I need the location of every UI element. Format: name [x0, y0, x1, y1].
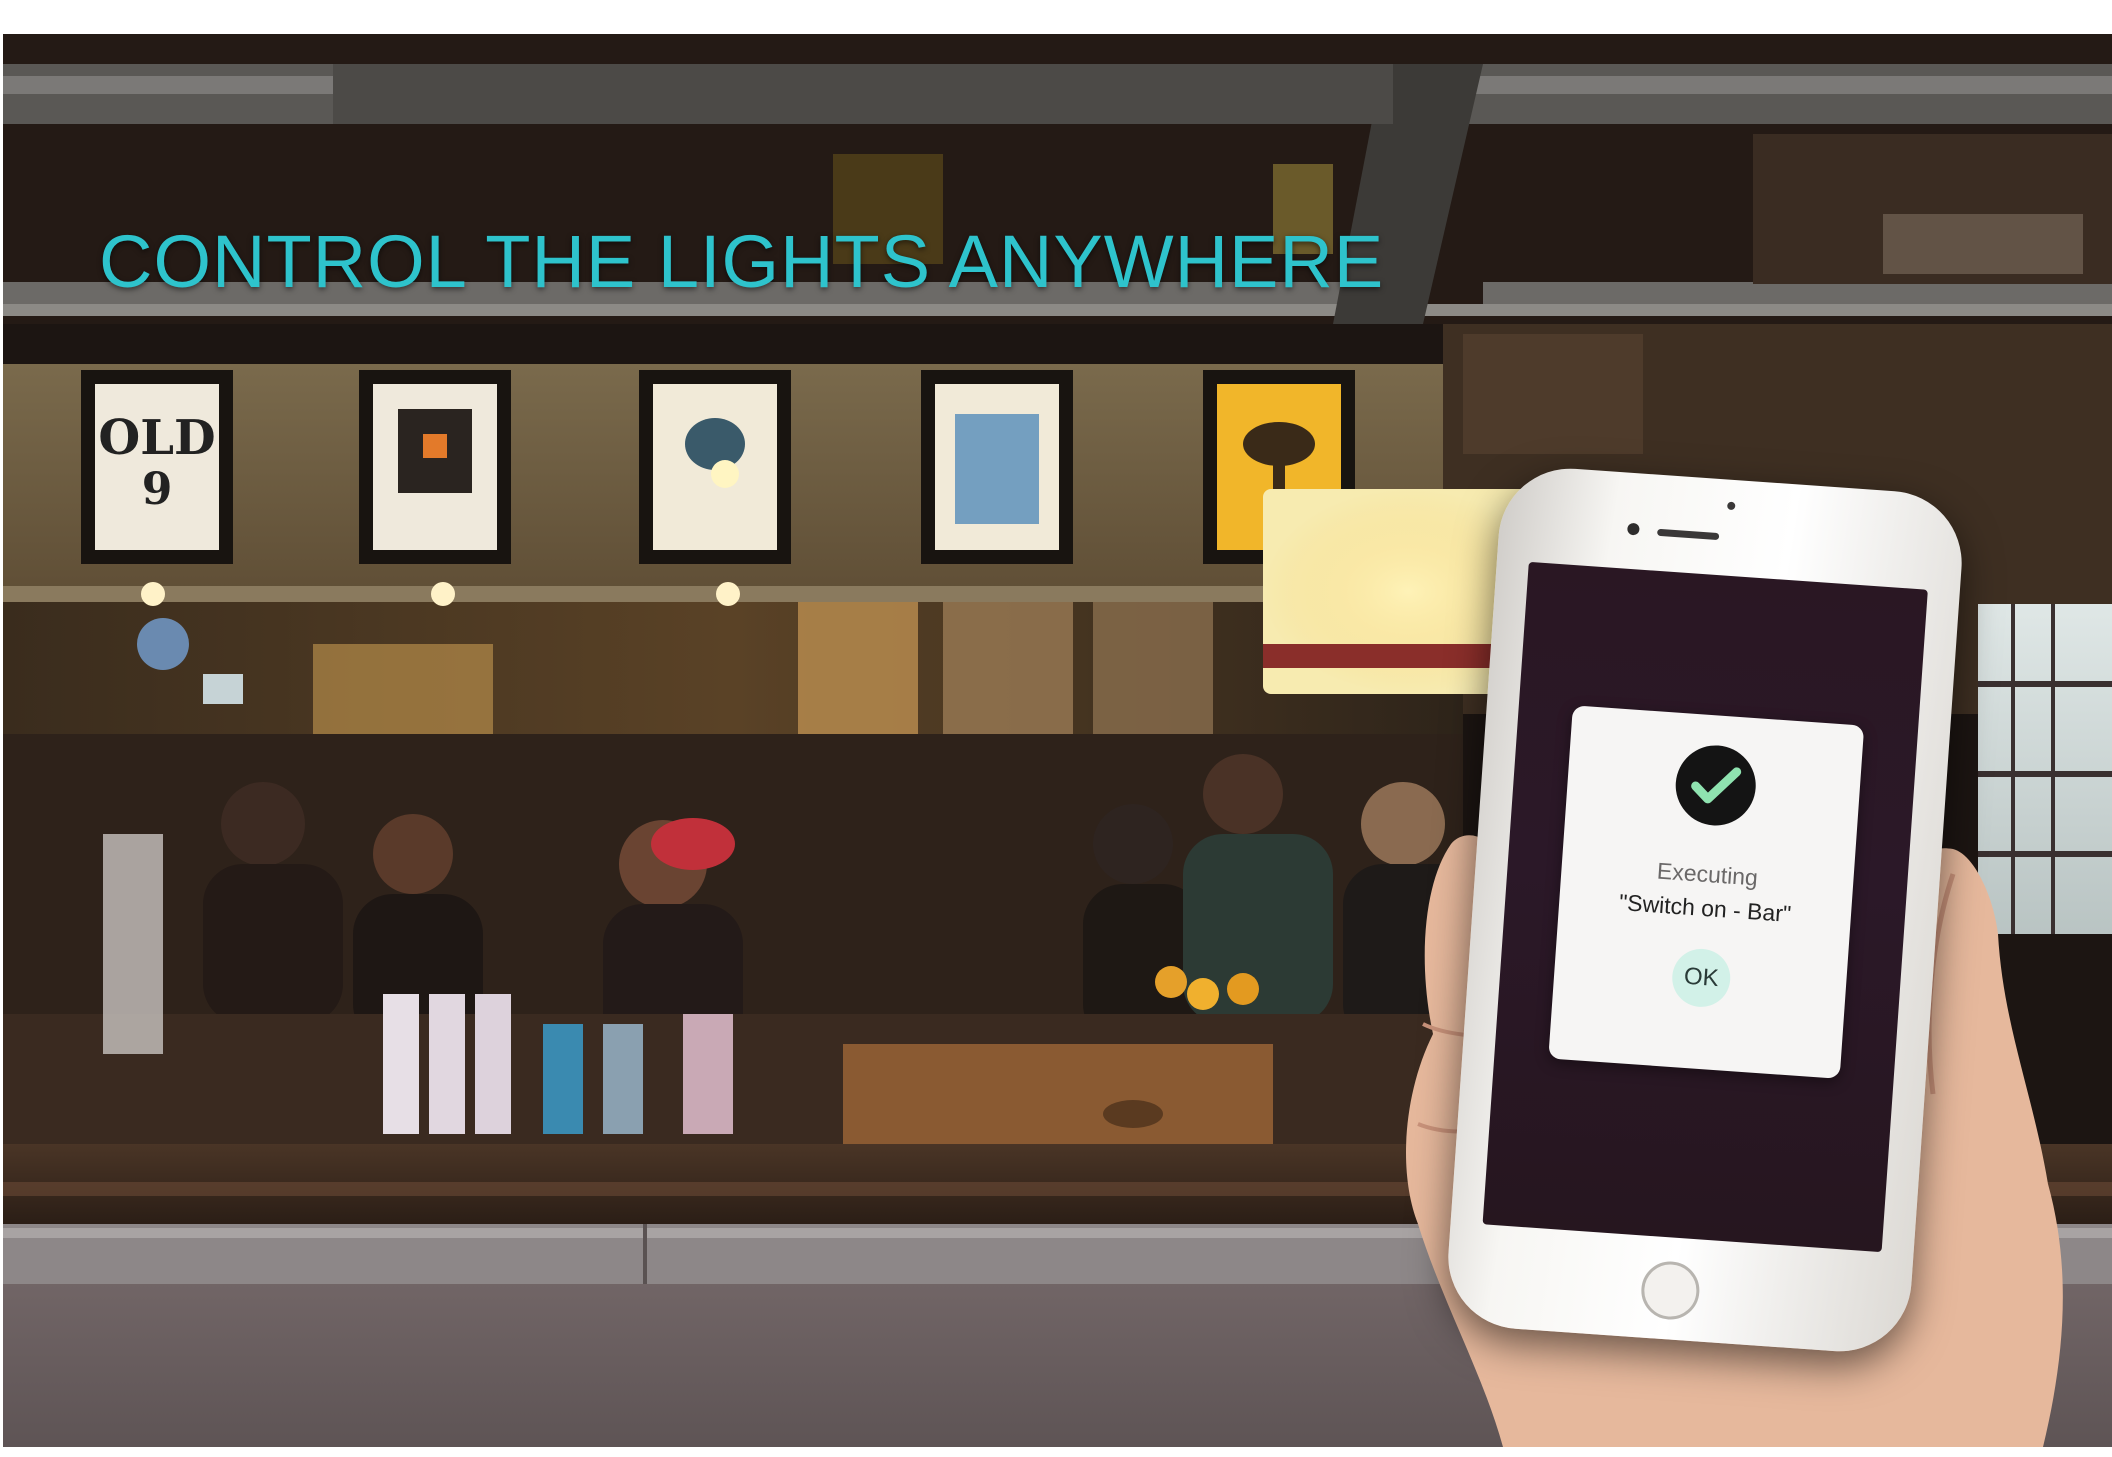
checkmark-icon: [1691, 767, 1742, 804]
svg-text:9: 9: [142, 464, 173, 515]
check-circle-icon: [1673, 742, 1759, 829]
page-headline: CONTROL THE LIGHTS ANYWHERE: [99, 220, 1385, 303]
smartphone: Executing "Switch on - Bar" OK: [1443, 463, 1967, 1357]
phone-screen: Executing "Switch on - Bar" OK: [1482, 561, 1928, 1253]
front-camera: [1626, 522, 1640, 536]
confirmation-dialog: Executing "Switch on - Bar" OK: [1548, 705, 1865, 1079]
proximity-sensor: [1726, 501, 1736, 511]
restaurant-bar-photo: OLD 9 CONTROL THE LIGHTS ANYWHERE Execut…: [3, 34, 2112, 1447]
home-button[interactable]: [1639, 1259, 1702, 1322]
earpiece-speaker: [1656, 528, 1720, 541]
svg-text:OLD: OLD: [98, 410, 215, 466]
ok-button[interactable]: OK: [1670, 946, 1733, 1009]
status-bar: [1527, 562, 1927, 610]
